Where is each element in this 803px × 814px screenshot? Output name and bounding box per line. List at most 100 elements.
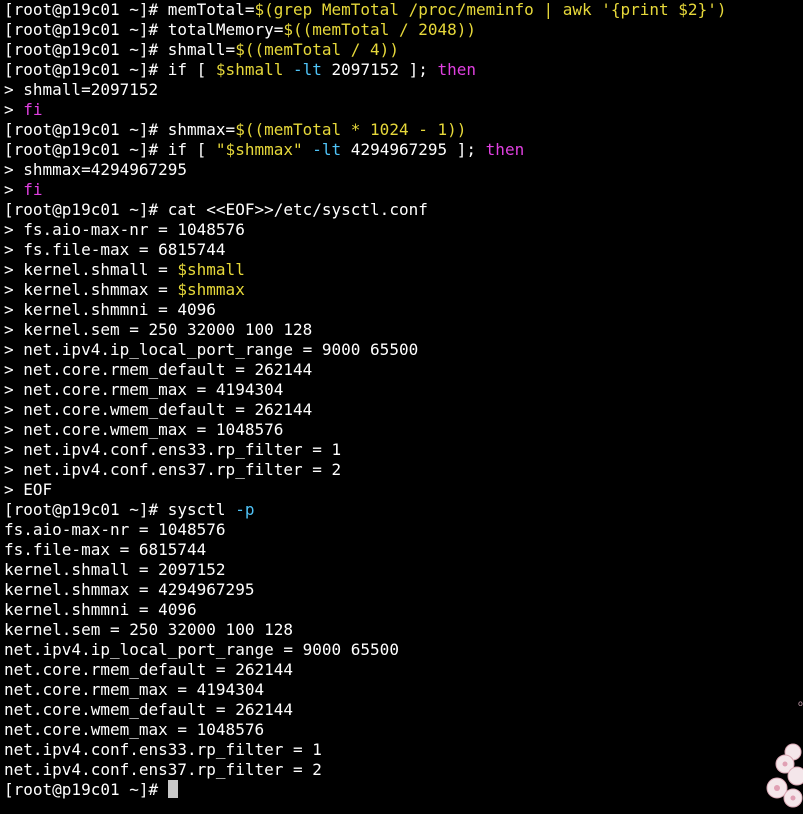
line-text: > kernel.sem = 250 32000 100 128 — [4, 320, 313, 339]
terminal-line: > shmall=2097152 — [4, 80, 726, 100]
line-text: net.core.wmem_default = 262144 — [4, 700, 293, 719]
terminal-line: kernel.sem = 250 32000 100 128 — [4, 620, 726, 640]
line-text: [root@p19c01 ~]# shmall= — [4, 40, 236, 59]
line-text: > kernel.shmmni = 4096 — [4, 300, 216, 319]
line-text — [283, 60, 293, 79]
line-text: > net.core.rmem_max = 4194304 — [4, 380, 284, 399]
terminal-line: [root@p19c01 ~]# if [ "$shmmax" -lt 4294… — [4, 140, 726, 160]
line-text: -lt — [312, 140, 342, 159]
line-text: "$shmmax" — [215, 140, 303, 159]
line-text: > net.core.wmem_default = 262144 — [4, 400, 313, 419]
terminal-line: > net.ipv4.conf.ens37.rp_filter = 2 — [4, 460, 726, 480]
line-text: -lt — [293, 60, 322, 79]
line-text: > net.ipv4.ip_local_port_range = 9000 65… — [4, 340, 419, 359]
text-cursor[interactable] — [167, 780, 178, 798]
terminal-output: [root@p19c01 ~]# memTotal=$(grep MemTota… — [4, 0, 726, 800]
terminal-line: fs.file-max = 6815744 — [4, 540, 726, 560]
terminal-line: > net.core.wmem_default = 262144 — [4, 400, 726, 420]
terminal-line: net.core.rmem_default = 262144 — [4, 660, 726, 680]
terminal-line: > net.ipv4.ip_local_port_range = 9000 65… — [4, 340, 726, 360]
terminal-line: [root@p19c01 ~]# totalMemory=$((memTotal… — [4, 20, 726, 40]
line-text: net.core.rmem_max = 4194304 — [4, 680, 265, 699]
terminal-line: [root@p19c01 ~]# memTotal=$(grep MemTota… — [4, 0, 726, 20]
prompt-line: [root@p19c01 ~]# — [4, 780, 726, 800]
line-text: [root@p19c01 ~]# totalMemory= — [4, 20, 284, 39]
line-text: kernel.sem = 250 32000 100 128 — [4, 620, 293, 639]
terminal-line: > kernel.shmmni = 4096 — [4, 300, 726, 320]
terminal-line: fs.aio-max-nr = 1048576 — [4, 520, 726, 540]
line-text: > net.core.rmem_default = 262144 — [4, 360, 313, 379]
terminal-line: > shmmax=4294967295 — [4, 160, 726, 180]
terminal-line: net.ipv4.ip_local_port_range = 9000 6550… — [4, 640, 726, 660]
line-text: kernel.shmmax = 4294967295 — [4, 580, 255, 599]
terminal-line: > EOF — [4, 480, 726, 500]
line-text: net.ipv4.conf.ens37.rp_filter = 2 — [4, 760, 322, 779]
terminal-line: net.core.wmem_max = 1048576 — [4, 720, 726, 740]
terminal-line: > net.core.wmem_max = 1048576 — [4, 420, 726, 440]
line-text: $((memTotal / 2048)) — [283, 20, 477, 39]
terminal-line: kernel.shmmni = 4096 — [4, 600, 726, 620]
line-text: [root@p19c01 ~]# if [ — [4, 60, 216, 79]
terminal-line: net.ipv4.conf.ens37.rp_filter = 2 — [4, 760, 726, 780]
terminal-line: > net.core.rmem_default = 262144 — [4, 360, 726, 380]
line-text: net.core.rmem_default = 262144 — [4, 660, 293, 679]
line-text: > kernel.shmmax = — [4, 280, 178, 299]
line-text: -p — [235, 500, 255, 519]
line-text: [root@p19c01 ~]# — [4, 780, 168, 799]
line-text: $shmall — [215, 60, 284, 79]
line-text: net.ipv4.conf.ens33.rp_filter = 1 — [4, 740, 322, 759]
line-text: net.core.wmem_max = 1048576 — [4, 720, 265, 739]
line-text: $shmall — [177, 260, 245, 279]
line-text: fs.aio-max-nr = 1048576 — [4, 520, 226, 539]
terminal-window[interactable]: [root@p19c01 ~]# memTotal=$(grep MemTota… — [0, 0, 803, 814]
terminal-line: > kernel.shmmax = $shmmax — [4, 280, 726, 300]
terminal-line: net.core.wmem_default = 262144 — [4, 700, 726, 720]
terminal-line: [root@p19c01 ~]# sysctl -p — [4, 500, 726, 520]
terminal-line: > fs.aio-max-nr = 1048576 — [4, 220, 726, 240]
line-text: $(grep MemTotal /proc/meminfo | awk '{pr… — [254, 0, 727, 19]
line-text: > EOF — [4, 480, 53, 499]
line-text — [303, 140, 313, 159]
line-text: $((memTotal * 1024 - 1)) — [235, 120, 467, 139]
line-text: then — [485, 140, 525, 159]
terminal-line: > net.core.rmem_max = 4194304 — [4, 380, 726, 400]
line-text: > net.ipv4.conf.ens33.rp_filter = 1 — [4, 440, 342, 459]
line-text: 2097152 ]; — [321, 60, 438, 79]
line-text: > fs.aio-max-nr = 1048576 — [4, 220, 245, 239]
terminal-line: net.core.rmem_max = 4194304 — [4, 680, 726, 700]
line-text: > kernel.shmall = — [4, 260, 178, 279]
line-text: then — [437, 60, 477, 79]
line-text: kernel.shmmni = 4096 — [4, 600, 197, 619]
line-text: > net.ipv4.conf.ens37.rp_filter = 2 — [4, 460, 342, 479]
terminal-line: [root@p19c01 ~]# if [ $shmall -lt 209715… — [4, 60, 726, 80]
terminal-line: > net.ipv4.conf.ens33.rp_filter = 1 — [4, 440, 726, 460]
line-text: > net.core.wmem_max = 1048576 — [4, 420, 284, 439]
flower-decoration-icon: o — [766, 699, 803, 808]
terminal-line: [root@p19c01 ~]# cat <<EOF>>/etc/sysctl.… — [4, 200, 726, 220]
line-text: > — [4, 100, 24, 119]
terminal-line: > fi — [4, 180, 726, 200]
line-text: net.ipv4.ip_local_port_range = 9000 6550… — [4, 640, 399, 659]
line-text: 4294967295 ]; — [341, 140, 486, 159]
line-text: [root@p19c01 ~]# memTotal= — [4, 0, 255, 19]
line-text: [root@p19c01 ~]# sysctl — [4, 500, 236, 519]
line-text: [root@p19c01 ~]# shmmax= — [4, 120, 236, 139]
line-text: > — [4, 180, 24, 199]
svg-text:o: o — [798, 699, 803, 708]
line-text: [root@p19c01 ~]# cat <<EOF>>/etc/sysctl.… — [4, 200, 428, 219]
terminal-line: [root@p19c01 ~]# shmmax=$((memTotal * 10… — [4, 120, 726, 140]
line-text: > shmall=2097152 — [4, 80, 159, 99]
line-text: fi — [23, 100, 43, 119]
line-text: fi — [23, 180, 43, 199]
line-text: kernel.shmall = 2097152 — [4, 560, 226, 579]
line-text: $shmmax — [177, 280, 245, 299]
terminal-line: [root@p19c01 ~]# shmall=$((memTotal / 4)… — [4, 40, 726, 60]
terminal-line: > fi — [4, 100, 726, 120]
terminal-line: > fs.file-max = 6815744 — [4, 240, 726, 260]
line-text: $((memTotal / 4)) — [235, 40, 399, 59]
terminal-line: > kernel.shmall = $shmall — [4, 260, 726, 280]
line-text: > shmmax=4294967295 — [4, 160, 188, 179]
line-text: fs.file-max = 6815744 — [4, 540, 207, 559]
terminal-line: kernel.shmall = 2097152 — [4, 560, 726, 580]
line-text: [root@p19c01 ~]# if [ — [4, 140, 216, 159]
